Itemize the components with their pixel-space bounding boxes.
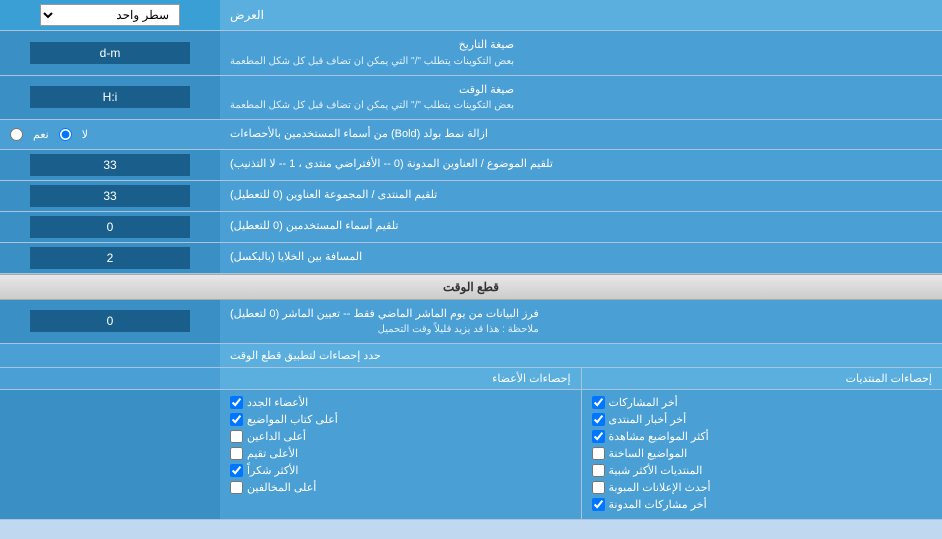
cell-gap-label: المسافة بين الخلايا (بالبكسل) — [220, 243, 942, 273]
display-label: العرض — [220, 0, 942, 30]
username-sort-input[interactable] — [30, 216, 190, 238]
cell-gap-input[interactable] — [30, 247, 190, 269]
stats-col2-item-1: أعلى كتاب المواضيع — [230, 411, 571, 428]
stats-col2-check-0[interactable] — [230, 396, 243, 409]
stats-col3 — [0, 390, 220, 519]
bold-remove-cell: لا نعم — [0, 120, 220, 149]
stats-col2-check-4[interactable] — [230, 464, 243, 477]
bold-yes-label: نعم — [33, 128, 49, 141]
username-sort-label: تلقيم أسماء المستخدمين (0 للتعطيل) — [220, 212, 942, 242]
stats-col1-item-4: المنتديات الأكثر شبية — [592, 462, 933, 479]
username-sort-input-cell — [0, 212, 220, 242]
time-format-input[interactable] — [30, 86, 190, 108]
stats-header-label: حدد إحصاءات لتطبيق قطع الوقت — [220, 344, 942, 367]
stats-col2-check-5[interactable] — [230, 481, 243, 494]
stats-col1-item-1: أخر أخبار المنتدى — [592, 411, 933, 428]
date-format-label: صيغة التاريخ بعض التكوينات يتطلب "/" الت… — [220, 31, 942, 75]
date-format-input-cell — [0, 31, 220, 75]
time-row-label: فرز البيانات من يوم الماشر الماضي فقط --… — [220, 300, 942, 344]
stats-header-cell — [0, 344, 220, 367]
stats-col2-item-2: أعلى الداعين — [230, 428, 571, 445]
bold-remove-label: ازالة نمط بولد (Bold) من أسماء المستخدمي… — [220, 120, 942, 149]
display-select[interactable]: سطر واحدسطرينثلاثة أسطر — [40, 4, 180, 26]
stats-col3-header — [0, 368, 220, 389]
title-sort-input-cell — [0, 150, 220, 180]
time-section-header: قطع الوقت — [0, 274, 942, 300]
stats-col1-item-0: أخر المشاركات — [592, 394, 933, 411]
bold-no-radio[interactable] — [59, 128, 72, 141]
date-format-input[interactable] — [30, 42, 190, 64]
cell-gap-input-cell — [0, 243, 220, 273]
stats-col2: الأعضاء الجدد أعلى كتاب المواضيع أعلى ال… — [220, 390, 581, 519]
stats-col2-check-2[interactable] — [230, 430, 243, 443]
stats-col1-item-6: أخر مشاركات المدونة — [592, 496, 933, 513]
stats-col1-check-4[interactable] — [592, 464, 605, 477]
time-format-label: صيغة الوقت بعض التكوينات يتطلب "/" التي … — [220, 76, 942, 120]
stats-col1-check-3[interactable] — [592, 447, 605, 460]
stats-col2-item-4: الأكثر شكراً — [230, 462, 571, 479]
stats-col1-check-2[interactable] — [592, 430, 605, 443]
time-row-input[interactable] — [30, 310, 190, 332]
stats-col1-check-0[interactable] — [592, 396, 605, 409]
stats-col2-check-1[interactable] — [230, 413, 243, 426]
title-sort-label: تلقيم الموضوع / العناوين المدونة (0 -- ا… — [220, 150, 942, 180]
stats-col1: أخر المشاركات أخر أخبار المنتدى أكثر الم… — [581, 390, 942, 519]
forum-sort-input[interactable] — [30, 185, 190, 207]
time-format-input-cell — [0, 76, 220, 120]
stats-col1-check-1[interactable] — [592, 413, 605, 426]
stats-col2-item-0: الأعضاء الجدد — [230, 394, 571, 411]
stats-col2-header: إحصاءات الأعضاء — [220, 368, 581, 389]
bold-no-label: لا — [82, 128, 88, 141]
display-select-cell: سطر واحدسطرينثلاثة أسطر — [0, 0, 220, 30]
forum-sort-input-cell — [0, 181, 220, 211]
stats-col1-check-5[interactable] — [592, 481, 605, 494]
stats-col2-item-5: أعلى المخالفين — [230, 479, 571, 496]
stats-col1-check-6[interactable] — [592, 498, 605, 511]
stats-col1-item-3: المواضيع الساخنة — [592, 445, 933, 462]
stats-col2-item-3: الأعلى تقيم — [230, 445, 571, 462]
stats-col2-check-3[interactable] — [230, 447, 243, 460]
forum-sort-label: تلقيم المنتدى / المجموعة العناوين (0 للت… — [220, 181, 942, 211]
time-row-input-cell — [0, 300, 220, 344]
stats-col1-item-2: أكثر المواضيع مشاهدة — [592, 428, 933, 445]
stats-col1-item-5: أحدث الإعلانات المبوبة — [592, 479, 933, 496]
title-sort-input[interactable] — [30, 154, 190, 176]
stats-col1-header: إحصاءات المنتديات — [581, 368, 942, 389]
bold-yes-radio[interactable] — [10, 128, 23, 141]
